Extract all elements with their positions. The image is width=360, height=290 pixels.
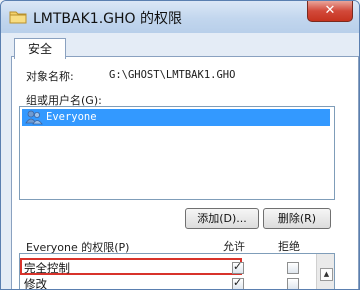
scroll-up-arrow-icon[interactable]: ▲ (320, 268, 333, 281)
deny-column-header: 拒绝 (278, 240, 300, 253)
object-name-value: G:\GHOST\LMTBAK1.GHO (109, 69, 236, 81)
folder-icon (9, 11, 27, 24)
window-title: LMTBAK1.GHO 的权限 (33, 11, 182, 27)
remove-button[interactable]: 删除(R) (263, 208, 331, 229)
close-icon: ✕ (324, 3, 336, 18)
deny-modify-checkbox[interactable] (287, 278, 299, 289)
allow-modify-checkbox[interactable] (232, 276, 244, 289)
permission-label-full-control: 完全控制 (24, 261, 70, 275)
deny-full-control-checkbox[interactable] (287, 262, 299, 274)
allow-full-control-checkbox[interactable] (232, 260, 244, 274)
allow-column-header: 允许 (223, 240, 245, 253)
close-button[interactable]: ✕ (307, 1, 353, 22)
tab-bar: 安全 (1, 33, 359, 59)
permissions-scrollbar[interactable]: ▲ (316, 254, 334, 289)
tab-security[interactable]: 安全 (14, 38, 66, 59)
users-icon (25, 110, 43, 125)
title-bar[interactable]: LMTBAK1.GHO 的权限 ✕ (1, 1, 359, 34)
permissions-list: 完全控制 修改 ▲ (19, 253, 335, 290)
tab-security-label: 安全 (27, 42, 52, 56)
list-item-label: Everyone (46, 111, 97, 123)
group-user-list[interactable]: Everyone (19, 106, 335, 200)
add-button[interactable]: 添加(D)... (185, 208, 259, 229)
list-item-everyone[interactable]: Everyone (22, 109, 330, 126)
object-name-label: 对象名称: (26, 70, 74, 83)
permissions-dialog: LMTBAK1.GHO 的权限 ✕ 安全 对象名称: G:\GHOST\LMTB… (0, 0, 360, 290)
permission-label-modify: 修改 (24, 277, 47, 290)
